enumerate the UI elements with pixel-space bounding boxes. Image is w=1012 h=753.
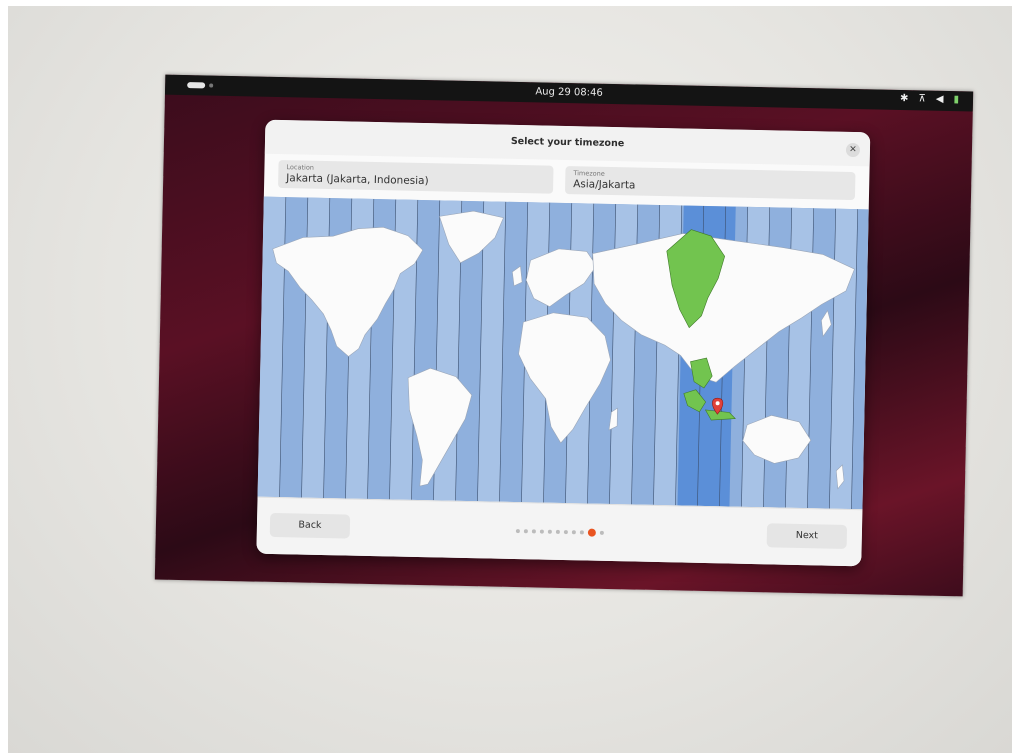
location-value: Jakarta (Jakarta, Indonesia) [286,172,429,188]
top-bar: Aug 29 08:46 ✱ ⊼ ◀ ▮ [164,74,974,112]
dialog-footer: Back Next [256,496,863,567]
location-label: Location [286,163,315,172]
monitor-screen: Aug 29 08:46 ✱ ⊼ ◀ ▮ Select your timezon… [154,74,974,597]
progress-dot [515,529,520,534]
progress-dot [547,529,552,534]
dialog-title: Select your timezone [510,135,625,150]
system-tray[interactable]: ✱ ⊼ ◀ ▮ [900,93,959,105]
progress-dot-current [587,528,596,537]
progress-dot [539,529,544,534]
progress-dot [599,530,604,535]
volume-icon[interactable]: ◀ [936,94,944,105]
close-icon: ✕ [849,144,857,156]
close-button[interactable]: ✕ [845,142,861,158]
timezone-label: Timezone [573,169,605,178]
timezone-dialog: Select your timezone ✕ Location Jakarta … [256,119,871,567]
timezone-value: Asia/Jakarta [573,178,636,192]
next-button[interactable]: Next [766,523,848,549]
progress-dot [571,530,576,535]
clock[interactable]: Aug 29 08:46 [165,79,973,107]
progress-dot [563,530,568,535]
dialog-header: Select your timezone ✕ [264,119,871,167]
timezone-field[interactable]: Timezone Asia/Jakarta [564,165,856,201]
location-field[interactable]: Location Jakarta (Jakarta, Indonesia) [278,159,554,194]
progress-dot [523,529,528,534]
network-icon[interactable]: ⊼ [918,93,926,104]
timezone-map[interactable] [257,196,869,510]
progress-dot [555,529,560,534]
progress-dot [531,529,536,534]
progress-dot [579,530,584,535]
photo-edge [0,0,8,753]
battery-icon[interactable]: ▮ [953,94,959,105]
accessibility-icon[interactable]: ✱ [900,93,909,104]
world-map[interactable] [257,196,869,510]
photo-edge [0,0,1012,6]
